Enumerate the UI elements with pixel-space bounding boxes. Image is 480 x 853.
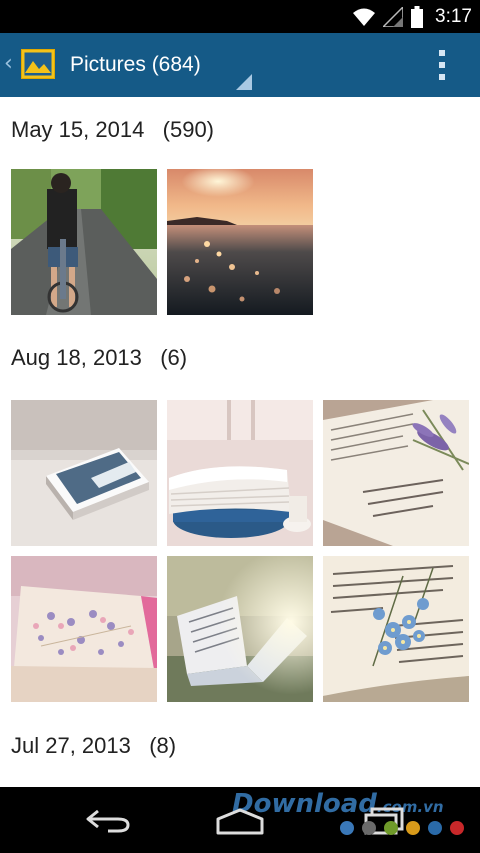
section-header: Jul 27, 2013 (8) bbox=[11, 733, 177, 758]
overflow-menu-icon[interactable] bbox=[432, 50, 452, 80]
section-header: May 15, 2014 (590) bbox=[11, 117, 215, 142]
book-blue-flowers-photo[interactable] bbox=[323, 556, 469, 702]
battery-icon bbox=[411, 5, 424, 28]
open-book-sunlight-photo[interactable] bbox=[167, 556, 313, 702]
spinner-caret-icon bbox=[236, 74, 252, 90]
section-header: Aug 18, 2013 (6) bbox=[11, 345, 188, 370]
notebook-flowers-photo[interactable] bbox=[11, 556, 157, 702]
gallery-app-icon[interactable] bbox=[20, 48, 56, 80]
girl-cycling-photo[interactable] bbox=[11, 169, 157, 315]
page-title[interactable]: Pictures (684) bbox=[70, 51, 201, 79]
closed-book-photo[interactable] bbox=[11, 400, 157, 546]
home-icon[interactable] bbox=[214, 807, 266, 835]
open-book-lavender-photo[interactable] bbox=[323, 400, 469, 546]
status-icons: 3:17 bbox=[353, 0, 472, 33]
watermark-dots bbox=[340, 821, 464, 835]
back-icon[interactable] bbox=[84, 807, 130, 833]
status-time: 3:17 bbox=[435, 5, 472, 27]
back-chevron-icon[interactable]: ‹ bbox=[4, 53, 13, 75]
status-bar: 3:17 bbox=[0, 0, 480, 33]
navigation-bar: Download.com.vn bbox=[0, 787, 480, 853]
sunset-sea-photo[interactable] bbox=[167, 169, 313, 315]
wifi-icon bbox=[353, 8, 376, 26]
stacked-books-photo[interactable] bbox=[167, 400, 313, 546]
cell-signal-icon bbox=[383, 6, 404, 27]
photo-gallery: May 15, 2014 (590) Aug 18, 2013 (6) Jul … bbox=[0, 97, 480, 787]
